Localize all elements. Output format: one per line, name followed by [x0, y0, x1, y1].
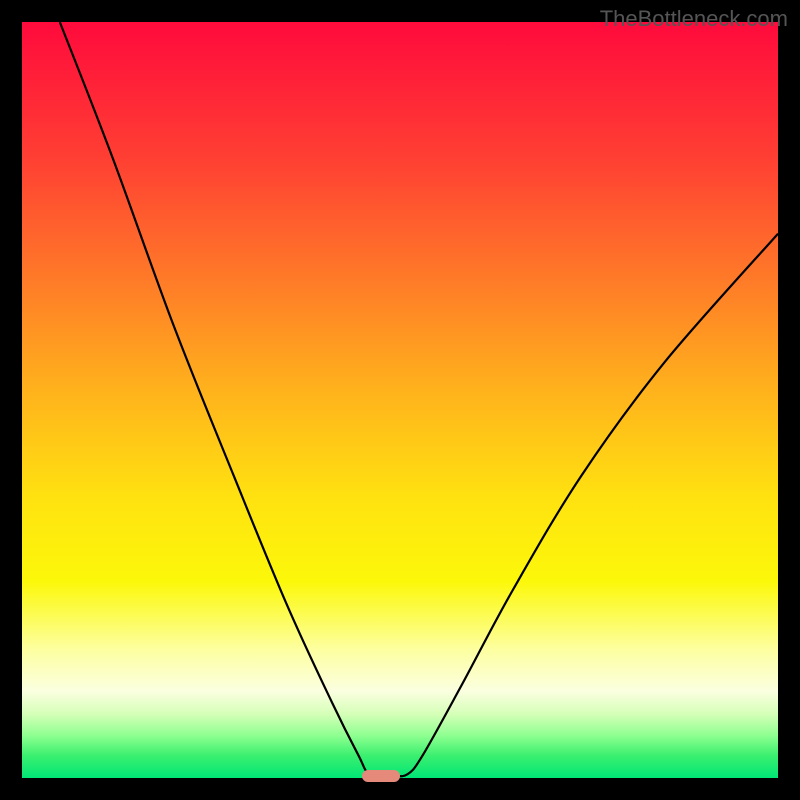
watermark-text: TheBottleneck.com: [600, 6, 788, 32]
bottleneck-curve: [60, 22, 778, 776]
optimal-marker: [362, 770, 400, 782]
chart-plot-area: [22, 22, 778, 778]
chart-svg: [22, 22, 778, 778]
